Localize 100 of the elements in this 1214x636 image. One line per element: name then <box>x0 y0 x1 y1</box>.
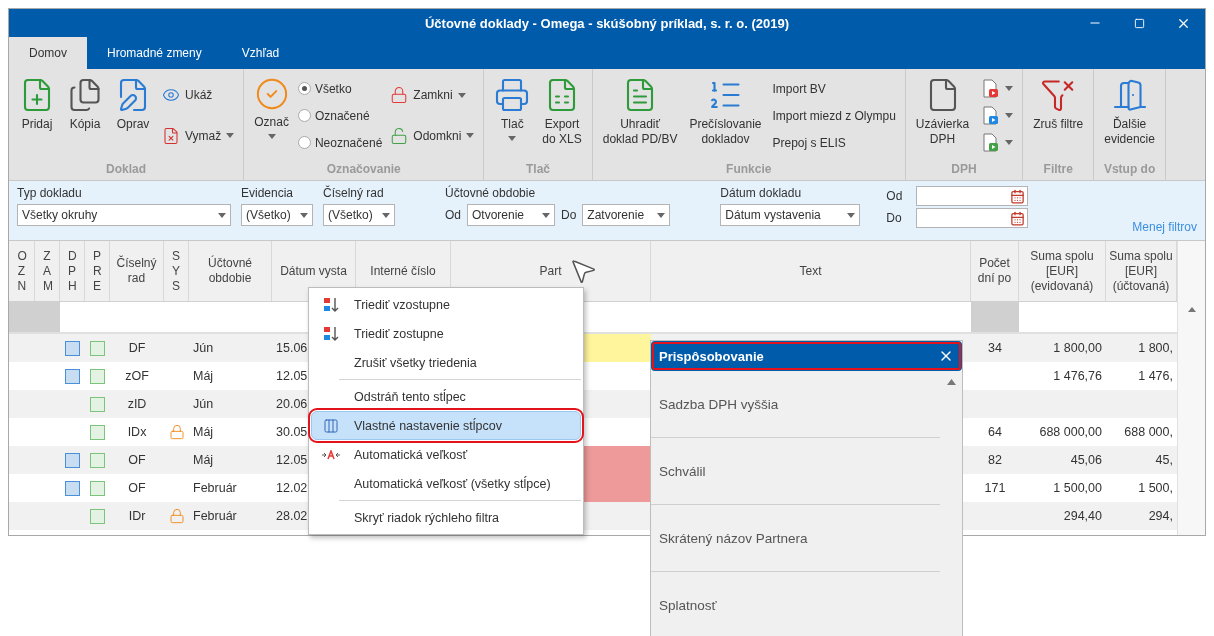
sort-descending-icon <box>323 325 339 342</box>
ribbon-button[interactable]: Oprav <box>112 75 154 134</box>
table-cell: IDx <box>127 425 147 439</box>
ribbon-button[interactable]: Ukáž <box>160 84 237 107</box>
caret-icon <box>1005 86 1014 91</box>
ribbon-tab[interactable]: Vzhľad <box>221 37 300 69</box>
column-header[interactable]: ZAM <box>35 241 60 301</box>
unlock-icon <box>390 126 409 145</box>
series-select[interactable]: (Všetko) <box>323 204 395 226</box>
flag-icon <box>90 452 105 468</box>
ribbon-tab[interactable]: Hromadné zmeny <box>87 37 222 69</box>
caret-icon <box>457 92 466 98</box>
ribbon-button[interactable]: Pridaj <box>16 75 58 134</box>
ribbon-button[interactable]: Kópia <box>64 75 106 134</box>
window-title: Účtovné doklady - Omega - skúšobný príklad, s. r. o. (2019) <box>424 15 790 31</box>
scroll-up-icon <box>1187 307 1196 312</box>
caret-icon <box>847 212 856 218</box>
evidence-select[interactable]: (Všetko) <box>241 204 313 226</box>
table-cell: 171 <box>984 481 1006 495</box>
column-header[interactable]: PRE <box>85 241 110 301</box>
caret-icon <box>542 212 550 218</box>
ribbon-button[interactable]: Prepoj s ELIS <box>770 133 898 152</box>
column-header[interactable]: OZN <box>9 241 35 301</box>
column-chooser-item[interactable]: Schválil <box>651 438 940 505</box>
ribbon-button[interactable]: Uzávierka DPH <box>912 75 973 149</box>
ribbon-button[interactable]: Import miezd z Olympu <box>770 106 898 125</box>
vat-flag-icon <box>65 368 80 384</box>
filter-label: Od <box>886 189 903 203</box>
caret-icon <box>508 136 517 141</box>
table-cell: 12.05 <box>276 453 308 467</box>
ribbon-button[interactable]: Tlač <box>491 75 534 143</box>
ribbon-button[interactable]: Vymaž <box>160 124 237 147</box>
column-chooser-item[interactable]: Sadzba DPH vyššia <box>651 371 940 438</box>
date-to-field[interactable] <box>915 208 1028 228</box>
menu-item[interactable]: Vlastné nastavenie stĺpcov <box>311 411 581 440</box>
ribbon-button[interactable]: Označ <box>251 75 292 141</box>
date-type-select[interactable]: Dátum vystavenia <box>720 204 861 226</box>
ribbon-button[interactable]: Odomkni <box>388 124 477 147</box>
caret-icon <box>1005 113 1014 118</box>
document-play-icon <box>980 78 1001 99</box>
table-cell: zOF <box>125 369 149 383</box>
caret-icon <box>466 133 475 139</box>
table-cell: OF <box>128 481 146 495</box>
group-label: Funkcie <box>725 161 773 178</box>
group-label: Doklad <box>105 161 148 178</box>
ribbon-button[interactable]: Export do XLS <box>539 75 585 149</box>
menu-item[interactable]: Skryť riadok rýchleho filtra <box>311 503 581 532</box>
period-to-select[interactable]: Zatvorenie <box>582 204 671 226</box>
group-label: Filtre <box>1042 161 1074 178</box>
column-header[interactable]: Text <box>651 241 971 301</box>
table-cell: 1 500,00 <box>1053 481 1102 495</box>
column-header[interactable]: SYS <box>164 241 189 301</box>
table-cell: 688 000,00 <box>1039 425 1102 439</box>
table-cell: 1 800, <box>1138 341 1173 355</box>
radio-button[interactable] <box>297 109 311 122</box>
table-cell: Máj <box>193 425 214 439</box>
filter-label: Do <box>561 208 577 222</box>
period-from-select[interactable]: Otvorenie <box>467 204 555 226</box>
filter-label: Evidencia <box>241 186 295 200</box>
table-cell: zID <box>127 397 147 411</box>
document-type-select[interactable]: Všetky okruhy <box>17 204 231 226</box>
table-cell: 82 <box>988 453 1002 467</box>
table-cell: Jún <box>193 397 214 411</box>
ribbon-button[interactable]: Import BV <box>770 79 898 98</box>
ribbon-button[interactable]: Zruš filtre <box>1030 75 1087 134</box>
column-header[interactable]: DPH <box>60 241 85 301</box>
vat-flag-icon <box>65 340 80 356</box>
filter-label: Dátum dokladu <box>720 186 803 200</box>
sort-ascending-icon <box>323 296 339 313</box>
column-header[interactable]: Počet dní po <box>971 241 1019 301</box>
check-circle-icon <box>254 77 289 111</box>
table-cell: OF <box>128 453 146 467</box>
group-label: Označovanie <box>325 161 402 178</box>
scrollbar[interactable] <box>1177 241 1205 535</box>
caret-icon <box>382 212 390 218</box>
document-play-icon <box>980 105 1001 126</box>
table-cell: Máj <box>193 369 214 383</box>
ribbon-button[interactable]: Prečíslovanie dokladov <box>686 75 765 149</box>
table-cell: 1 800,00 <box>1053 341 1102 355</box>
flag-icon <box>90 480 105 496</box>
ribbon-button[interactable]: Ďalšie evidencie <box>1101 75 1158 149</box>
column-chooser-item[interactable]: Skrátený názov Partnera <box>651 505 940 572</box>
table-cell: 28.02 <box>276 509 308 523</box>
radio-button[interactable] <box>297 136 311 149</box>
column-chooser-item[interactable]: Splatnosť <box>651 572 940 636</box>
filter-label: Od <box>445 208 461 222</box>
radio-button[interactable] <box>297 82 311 95</box>
date-from-field[interactable] <box>916 186 1029 206</box>
table-cell: Jún <box>193 341 214 355</box>
column-header[interactable]: Účtovné obdobie <box>189 241 272 301</box>
files-icon <box>67 77 103 113</box>
ribbon-button[interactable]: Uhradiť doklad PD/BV <box>599 75 681 149</box>
radio-label: Všetko <box>314 81 352 96</box>
column-header[interactable]: Suma spolu [EUR] (evidovaná) <box>1019 241 1106 301</box>
ribbon-button[interactable]: Zamkni <box>388 84 477 107</box>
scroll-up-icon <box>947 379 956 385</box>
ribbon-tab[interactable]: Domov <box>9 37 87 69</box>
column-header[interactable]: Číselný rad <box>110 241 164 301</box>
flag-icon <box>90 424 105 440</box>
lock-icon <box>390 86 409 105</box>
